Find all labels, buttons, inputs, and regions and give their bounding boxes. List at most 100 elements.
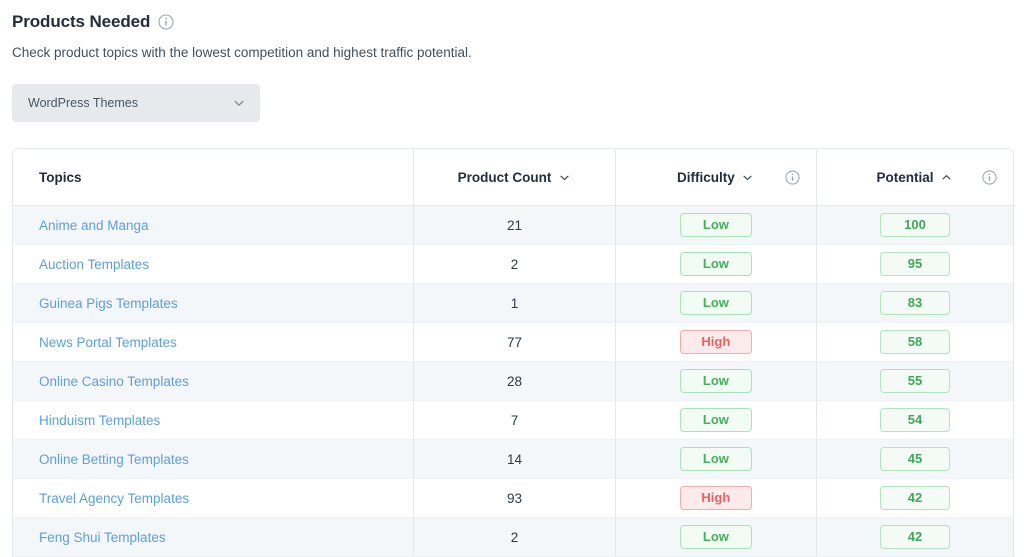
potential-badge: 55 (880, 369, 951, 393)
table-row: Hinduism Templates 7 Low 54 (13, 400, 1013, 440)
table-row: Feng Shui Templates 2 Low 42 (13, 517, 1013, 557)
table-row: Guinea Pigs Templates 1 Low 83 (13, 283, 1013, 323)
cell-difficulty: Low (615, 361, 818, 401)
cell-product-count: 2 (413, 517, 616, 557)
cell-potential: 42 (816, 517, 1013, 557)
topic-link[interactable]: Online Betting Templates (39, 452, 189, 467)
cell-product-count: 77 (413, 322, 616, 362)
title-row: Products Needed (12, 10, 1024, 34)
potential-badge: 42 (880, 486, 951, 510)
table-row: Online Betting Templates 14 Low 45 (13, 439, 1013, 479)
cell-topic: Hinduism Templates (13, 400, 415, 440)
column-header-difficulty[interactable]: Difficulty (615, 149, 818, 206)
difficulty-badge: Low (679, 252, 752, 276)
cell-product-count: 28 (413, 361, 616, 401)
chevron-up-icon (940, 170, 954, 184)
potential-badge: 83 (880, 291, 951, 315)
filter-area: WordPress Themes (12, 84, 1024, 122)
cell-product-count: 7 (413, 400, 616, 440)
topic-link[interactable]: Guinea Pigs Templates (39, 296, 178, 311)
potential-badge: 100 (880, 213, 951, 237)
difficulty-badge: Low (679, 213, 752, 237)
cell-difficulty: Low (615, 400, 818, 440)
table-row: Online Casino Templates 28 Low 55 (13, 361, 1013, 401)
cell-difficulty: Low (615, 439, 818, 479)
topic-link[interactable]: Feng Shui Templates (39, 530, 166, 545)
column-header-product-count-label: Product Count (457, 169, 552, 185)
column-header-difficulty-label: Difficulty (677, 169, 735, 185)
potential-badge: 58 (880, 330, 951, 354)
cell-difficulty: Low (615, 205, 818, 245)
difficulty-badge: Low (679, 447, 752, 471)
cell-potential: 54 (816, 400, 1013, 440)
topics-table: Topics Product Count Difficulty Potentia… (13, 149, 1013, 557)
column-header-potential[interactable]: Potential (816, 149, 1013, 206)
table-row: Travel Agency Templates 93 High 42 (13, 478, 1013, 518)
table-header-row: Topics Product Count Difficulty Potentia… (13, 149, 1013, 206)
chevron-down-icon (741, 170, 755, 184)
topics-table-card: Topics Product Count Difficulty Potentia… (12, 148, 1014, 557)
cell-product-count: 93 (413, 478, 616, 518)
difficulty-badge: Low (679, 408, 752, 432)
cell-potential: 58 (816, 322, 1013, 362)
table-row: Anime and Manga 21 Low 100 (13, 205, 1013, 245)
cell-topic: News Portal Templates (13, 322, 415, 362)
difficulty-badge: High (679, 330, 752, 354)
cell-topic: Travel Agency Templates (13, 478, 415, 518)
topic-link[interactable]: News Portal Templates (39, 335, 177, 350)
chevron-down-icon (557, 170, 571, 184)
column-header-potential-label: Potential (876, 169, 934, 185)
potential-badge: 42 (880, 525, 951, 549)
cell-difficulty: Low (615, 244, 818, 284)
potential-badge: 45 (880, 447, 951, 471)
potential-info-icon[interactable] (981, 169, 997, 185)
table-body: Anime and Manga 21 Low 100 Auction Templates… (13, 205, 1013, 557)
cell-topic: Guinea Pigs Templates (13, 283, 415, 323)
product-type-dropdown-value: WordPress Themes (28, 96, 138, 110)
cell-potential: 45 (816, 439, 1013, 479)
cell-topic: Online Betting Templates (13, 439, 415, 479)
column-header-topics[interactable]: Topics (13, 149, 415, 206)
column-header-topics-label: Topics (39, 169, 82, 185)
topic-link[interactable]: Auction Templates (39, 257, 149, 272)
cell-potential: 83 (816, 283, 1013, 323)
page-title: Products Needed (12, 12, 151, 31)
difficulty-badge: Low (679, 525, 752, 549)
difficulty-badge: Low (679, 369, 752, 393)
cell-potential: 55 (816, 361, 1013, 401)
cell-product-count: 14 (413, 439, 616, 479)
cell-difficulty: High (615, 478, 818, 518)
cell-difficulty: High (615, 322, 818, 362)
topic-link[interactable]: Online Casino Templates (39, 374, 189, 389)
cell-potential: 42 (816, 478, 1013, 518)
potential-badge: 54 (880, 408, 951, 432)
cell-topic: Online Casino Templates (13, 361, 415, 401)
cell-topic: Feng Shui Templates (13, 517, 415, 557)
product-type-dropdown[interactable]: WordPress Themes (12, 84, 260, 122)
table-row: Auction Templates 2 Low 95 (13, 244, 1013, 284)
cell-topic: Anime and Manga (13, 205, 415, 245)
cell-difficulty: Low (615, 283, 818, 323)
cell-potential: 95 (816, 244, 1013, 284)
chevron-down-icon (232, 96, 246, 110)
cell-product-count: 2 (413, 244, 616, 284)
cell-potential: 100 (816, 205, 1013, 245)
column-header-product-count[interactable]: Product Count (413, 149, 616, 206)
difficulty-badge: Low (679, 291, 752, 315)
cell-product-count: 21 (413, 205, 616, 245)
panel-header: Products Needed Check product topics wit… (0, 0, 1024, 122)
difficulty-info-icon[interactable] (784, 169, 800, 185)
products-needed-panel: Products Needed Check product topics wit… (0, 0, 1024, 557)
topic-link[interactable]: Travel Agency Templates (39, 491, 189, 506)
table-row: News Portal Templates 77 High 58 (13, 322, 1013, 362)
title-info-icon[interactable] (158, 14, 174, 30)
cell-topic: Auction Templates (13, 244, 415, 284)
topic-link[interactable]: Hinduism Templates (39, 413, 160, 428)
panel-subtitle: Check product topics with the lowest com… (12, 45, 472, 60)
cell-difficulty: Low (615, 517, 818, 557)
potential-badge: 95 (880, 252, 951, 276)
difficulty-badge: High (679, 486, 752, 510)
cell-product-count: 1 (413, 283, 616, 323)
topic-link[interactable]: Anime and Manga (39, 218, 149, 233)
table-header: Topics Product Count Difficulty Potentia… (13, 149, 1013, 206)
